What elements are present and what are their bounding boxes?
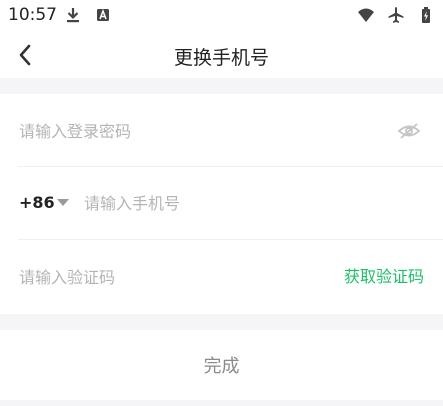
get-code-button[interactable]: 获取验证码 — [344, 240, 424, 314]
status-bar: 10:57 — [0, 0, 443, 32]
eye-off-icon[interactable] — [397, 121, 421, 141]
code-input[interactable] — [19, 240, 319, 314]
airplane-icon — [387, 6, 405, 24]
bottom-band — [0, 400, 443, 406]
status-time: 10:57 — [8, 5, 57, 25]
phone-input[interactable] — [84, 167, 414, 239]
caret-down-icon[interactable] — [57, 199, 69, 206]
password-input[interactable] — [19, 94, 379, 168]
section-gap — [0, 314, 443, 330]
nav-bar: 更换手机号 — [0, 32, 443, 78]
download-icon — [64, 6, 82, 24]
country-code-selector[interactable]: +86 — [19, 167, 55, 239]
phone-row: +86 — [0, 167, 443, 239]
battery-icon — [417, 6, 435, 24]
page-title: 更换手机号 — [173, 47, 269, 69]
wifi-icon — [357, 6, 375, 24]
code-row: 获取验证码 — [0, 240, 443, 314]
submit-button[interactable]: 完成 — [0, 330, 443, 400]
password-row — [0, 94, 443, 168]
a-box-icon — [94, 6, 112, 24]
section-gap — [0, 78, 443, 94]
